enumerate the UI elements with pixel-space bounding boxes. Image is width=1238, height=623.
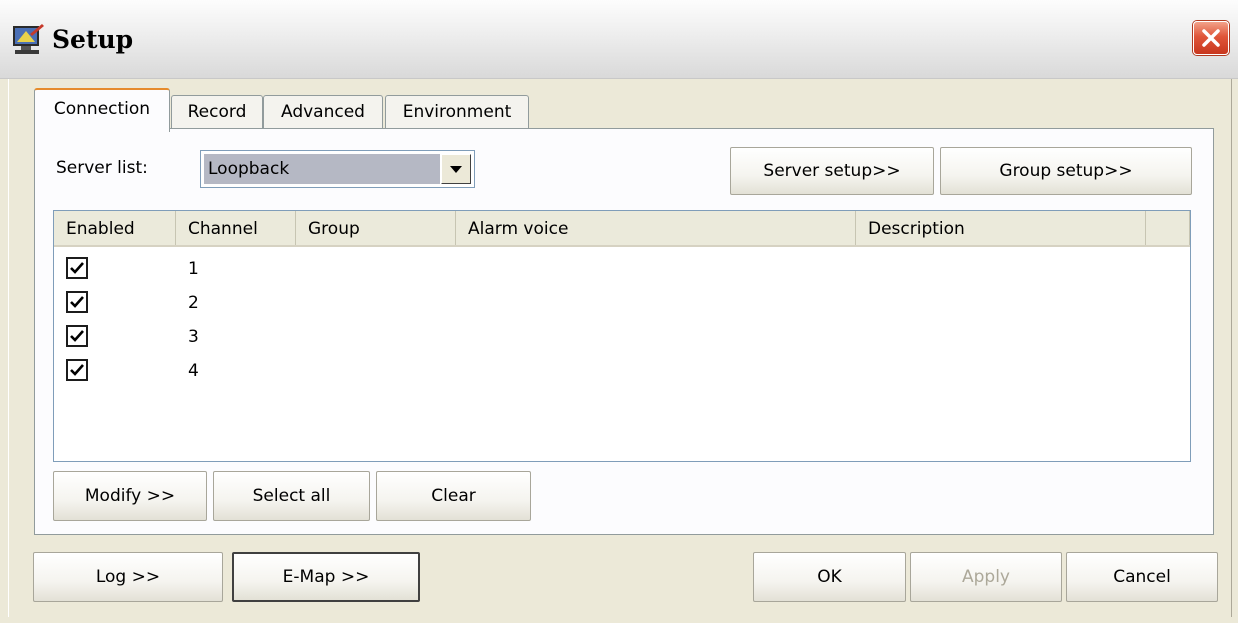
apply-button[interactable]: Apply	[910, 552, 1062, 602]
group-setup-button[interactable]: Group setup>>	[940, 147, 1192, 195]
close-icon	[1202, 29, 1220, 47]
check-icon	[70, 330, 84, 342]
clear-button[interactable]: Clear	[376, 471, 531, 521]
tab-record[interactable]: Record	[171, 95, 263, 129]
tab-advanced[interactable]: Advanced	[263, 95, 383, 129]
server-list-value: Loopback	[204, 154, 440, 184]
tab-label: Connection	[53, 99, 151, 119]
enabled-checkbox[interactable]	[66, 257, 88, 279]
table-row[interactable]: 3	[54, 317, 1190, 351]
tab-label: Record	[187, 102, 247, 122]
server-list-label: Server list:	[56, 158, 148, 178]
table-row[interactable]: 4	[54, 351, 1190, 385]
log-button[interactable]: Log >>	[33, 552, 223, 602]
tab-connection[interactable]: Connection	[34, 88, 170, 132]
tab-environment[interactable]: Environment	[385, 95, 529, 129]
select-all-button[interactable]: Select all	[213, 471, 370, 521]
chevron-down-icon	[450, 166, 462, 173]
column-header-empty	[1146, 211, 1190, 245]
table-row[interactable]: 2	[54, 283, 1190, 317]
title-bar[interactable]: Setup	[0, 0, 1238, 79]
tab-label: Advanced	[281, 102, 365, 122]
server-setup-button[interactable]: Server setup>>	[730, 147, 934, 195]
window-title: Setup	[52, 25, 134, 54]
check-icon	[70, 262, 84, 274]
column-header-alarm-voice[interactable]: Alarm voice	[456, 211, 856, 245]
enabled-checkbox[interactable]	[66, 359, 88, 381]
column-header-channel[interactable]: Channel	[176, 211, 296, 245]
channel-list[interactable]: Enabled Channel Group Alarm voice Descri…	[53, 210, 1191, 462]
channel-cell: 4	[188, 361, 199, 381]
modify-button[interactable]: Modify >>	[53, 471, 207, 521]
computer-icon	[10, 22, 46, 58]
cancel-button[interactable]: Cancel	[1066, 552, 1218, 602]
dropdown-button[interactable]	[441, 154, 471, 184]
column-header-enabled[interactable]: Enabled	[54, 211, 176, 245]
check-icon	[70, 296, 84, 308]
emap-button[interactable]: E-Map >>	[232, 552, 420, 602]
enabled-checkbox[interactable]	[66, 325, 88, 347]
check-icon	[70, 364, 84, 376]
ok-button[interactable]: OK	[753, 552, 906, 602]
column-header-group[interactable]: Group	[296, 211, 456, 245]
column-header-description[interactable]: Description	[856, 211, 1146, 245]
server-list-select[interactable]: Loopback	[200, 150, 475, 188]
list-header: Enabled Channel Group Alarm voice Descri…	[54, 211, 1190, 247]
table-row[interactable]: 1	[54, 249, 1190, 283]
tab-label: Environment	[402, 102, 512, 122]
close-button[interactable]	[1193, 21, 1229, 55]
enabled-checkbox[interactable]	[66, 291, 88, 313]
